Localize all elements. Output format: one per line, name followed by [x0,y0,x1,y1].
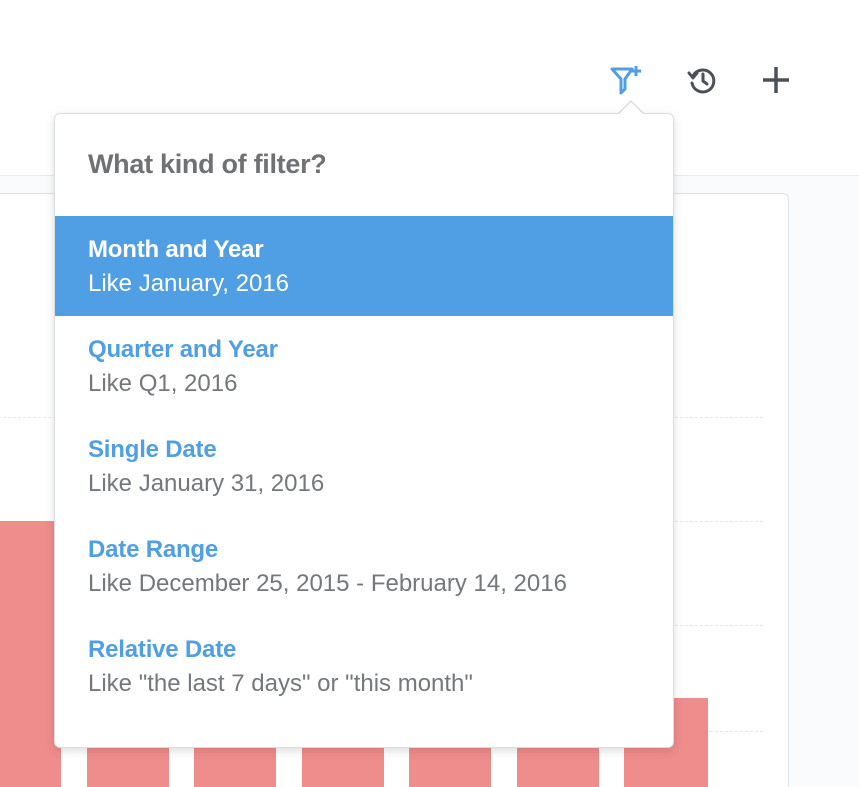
filter-type-popover: What kind of filter? Month and Year Like… [54,113,674,748]
chart-bar[interactable] [194,744,276,787]
filter-option-date-range[interactable]: Date Range Like December 25, 2015 - Febr… [55,516,673,616]
filter-option-single-date[interactable]: Single Date Like January 31, 2016 [55,416,673,516]
option-label: Relative Date [88,636,237,663]
option-example: Like January 31, 2016 [88,470,325,497]
option-label: Date Range [88,536,219,563]
add-button[interactable] [756,60,796,100]
option-example: Like Q1, 2016 [88,370,238,397]
add-filter-button[interactable] [606,60,646,100]
filter-option-relative-date[interactable]: Relative Date Like "the last 7 days" or … [55,616,673,716]
filter-option-quarter-and-year[interactable]: Quarter and Year Like Q1, 2016 [55,316,673,416]
option-label: Single Date [88,436,217,463]
add-filter-icon [610,66,641,95]
popover-title: What kind of filter? [88,149,327,179]
dashboard-page: What kind of filter? Month and Year Like… [0,0,859,787]
chart-bar[interactable] [0,521,61,787]
chart-bar[interactable] [517,744,599,787]
option-label: Quarter and Year [88,336,278,363]
filter-option-month-and-year[interactable]: Month and Year Like January, 2016 [55,216,673,316]
history-button[interactable] [682,60,722,100]
option-label: Month and Year [88,236,264,263]
option-example: Like December 25, 2015 - February 14, 20… [88,570,567,597]
chart-bar[interactable] [87,744,169,787]
plus-icon [763,67,789,93]
popover-arrow-fill [619,102,643,114]
history-icon [687,68,716,94]
option-example: Like January, 2016 [88,270,290,297]
option-example: Like "the last 7 days" or "this month" [88,670,473,697]
chart-bar[interactable] [302,744,384,787]
chart-bar[interactable] [409,744,491,787]
